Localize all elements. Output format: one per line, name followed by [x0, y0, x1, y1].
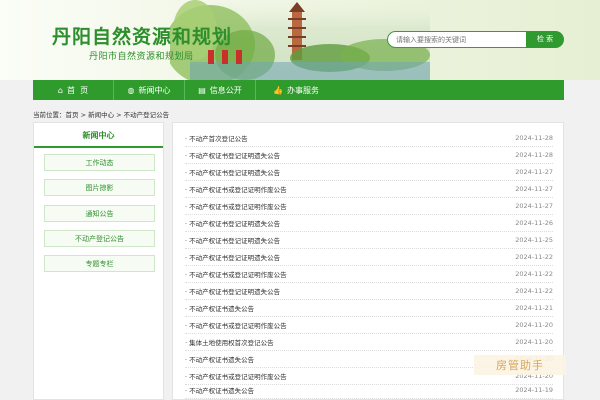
news-title[interactable]: · 不动产权证书或登记证明作废公告 [185, 320, 287, 330]
news-date: 2024-11-27 [515, 185, 553, 193]
news-title[interactable]: · 不动产权证书遗失公告 [185, 385, 254, 395]
sidebar-item-photos[interactable]: 图片掠影 [44, 179, 155, 196]
news-date: 2024-11-27 [515, 168, 553, 176]
news-title[interactable]: · 不动产权证书或登记证明作废公告 [185, 184, 287, 194]
list-item[interactable]: · 不动产权证书或登记证明作废公告 2024-11-22 [185, 266, 553, 283]
watermark-text: 房管助手 [496, 359, 544, 372]
document-icon: ▤ [198, 85, 206, 95]
list-item[interactable]: · 不动产权证书登记证明遗失公告 2024-11-25 [185, 232, 553, 249]
nav-item-service[interactable]: 👍 办事服务 [256, 80, 336, 100]
search-input[interactable] [387, 31, 527, 48]
search-button[interactable]: 检 索 [526, 31, 564, 48]
breadcrumb: 当前位置：首页 > 新闻中心 > 不动产登记公告 [33, 111, 170, 119]
list-item[interactable]: · 不动产权证书登记证明遗失公告 2024-11-26 [185, 215, 553, 232]
list-item[interactable]: · 不动产权证书登记证明遗失公告 2024-11-22 [185, 249, 553, 266]
news-title[interactable]: · 不动产权证书遗失公告 [185, 303, 254, 313]
watermark: 房管助手 [474, 355, 566, 375]
home-icon: ⌂ [57, 85, 63, 95]
news-title[interactable]: · 不动产权证书登记证明遗失公告 [185, 167, 280, 177]
list-item[interactable]: · 集体土地使用权首次登记公告 2024-11-20 [185, 334, 553, 351]
site-subtitle: 丹阳市自然资源和规划局 [89, 52, 194, 62]
nav-item-home[interactable]: ⌂ 首 页 [33, 80, 113, 100]
nav-item-label: 信息公开 [209, 85, 242, 95]
nav-item-info[interactable]: ▤ 信息公开 [185, 80, 255, 100]
news-date: 2024-11-28 [515, 134, 553, 142]
sidebar-item-notices[interactable]: 通知公告 [44, 205, 155, 222]
news-title[interactable]: · 集体土地使用权首次登记公告 [185, 337, 274, 347]
news-date: 2024-11-22 [515, 253, 553, 261]
nav-item-label: 办事服务 [286, 85, 319, 95]
main-nav: ⌂ 首 页 ◍ 新闻中心 ▤ 信息公开 👍 办事服务 [33, 80, 564, 100]
list-item[interactable]: · 不动产权证书登记证明遗失公告 2024-11-28 [185, 147, 553, 164]
news-date: 2024-11-28 [515, 151, 553, 159]
nav-item-label: 新闻中心 [138, 85, 171, 95]
news-date: 2024-11-22 [515, 270, 553, 278]
list-item[interactable]: · 不动产权证书遗失公告 2024-11-19 [185, 382, 553, 399]
news-title[interactable]: · 不动产权证书或登记证明作废公告 [185, 201, 287, 211]
list-item[interactable]: · 不动产权证书或登记证明作废公告 2024-11-27 [185, 181, 553, 198]
news-date: 2024-11-27 [515, 202, 553, 210]
site-title: 丹阳自然资源和规划 [52, 26, 233, 48]
list-item[interactable]: · 不动产首次登记公告 2024-11-28 [185, 130, 553, 147]
news-title[interactable]: · 不动产权证书或登记证明作废公告 [185, 269, 287, 279]
news-date: 2024-11-25 [515, 236, 553, 244]
list-item[interactable]: · 不动产权证书登记证明遗失公告 2024-11-22 [185, 283, 553, 300]
news-date: 2024-11-26 [515, 219, 553, 227]
nav-item-news[interactable]: ◍ 新闻中心 [114, 80, 184, 100]
news-title[interactable]: · 不动产权证书登记证明遗失公告 [185, 235, 280, 245]
site-header: 丹阳自然资源和规划 丹阳市自然资源和规划局 检 索 [0, 0, 600, 80]
sidebar-item-property-registration[interactable]: 不动产登记公告 [44, 230, 155, 247]
news-title[interactable]: · 不动产权证书登记证明遗失公告 [185, 218, 280, 228]
news-date: 2024-11-21 [515, 304, 553, 312]
news-date: 2024-11-22 [515, 287, 553, 295]
globe-icon: ◍ [127, 85, 135, 95]
news-title[interactable]: · 不动产权证书登记证明遗失公告 [185, 150, 280, 160]
nav-item-label: 首 页 [66, 85, 89, 95]
news-title[interactable]: · 不动产权证书登记证明遗失公告 [185, 252, 280, 262]
list-item[interactable]: · 不动产权证书或登记证明作废公告 2024-11-27 [185, 198, 553, 215]
list-item[interactable]: · 不动产权证书或登记证明作废公告 2024-11-20 [185, 317, 553, 334]
news-title[interactable]: · 不动产权证书遗失公告 [185, 354, 254, 364]
sidebar-title: 新闻中心 [34, 123, 163, 148]
list-item[interactable]: · 不动产权证书登记证明遗失公告 2024-11-27 [185, 164, 553, 181]
news-title[interactable]: · 不动产首次登记公告 [185, 133, 248, 143]
news-title[interactable]: · 不动产权证书或登记证明作废公告 [185, 371, 287, 381]
news-date: 2024-11-20 [515, 338, 553, 346]
news-date: 2024-11-20 [515, 321, 553, 329]
sidebar-item-special-topics[interactable]: 专题专栏 [44, 255, 155, 272]
list-item[interactable]: · 不动产权证书遗失公告 2024-11-21 [185, 300, 553, 317]
thumbs-up-icon: 👍 [273, 85, 283, 95]
sidebar: 新闻中心 工作动态 图片掠影 通知公告 不动产登记公告 专题专栏 [33, 122, 164, 400]
news-date: 2024-11-19 [515, 386, 553, 394]
sidebar-item-work-news[interactable]: 工作动态 [44, 154, 155, 171]
news-title[interactable]: · 不动产权证书登记证明遗失公告 [185, 286, 280, 296]
